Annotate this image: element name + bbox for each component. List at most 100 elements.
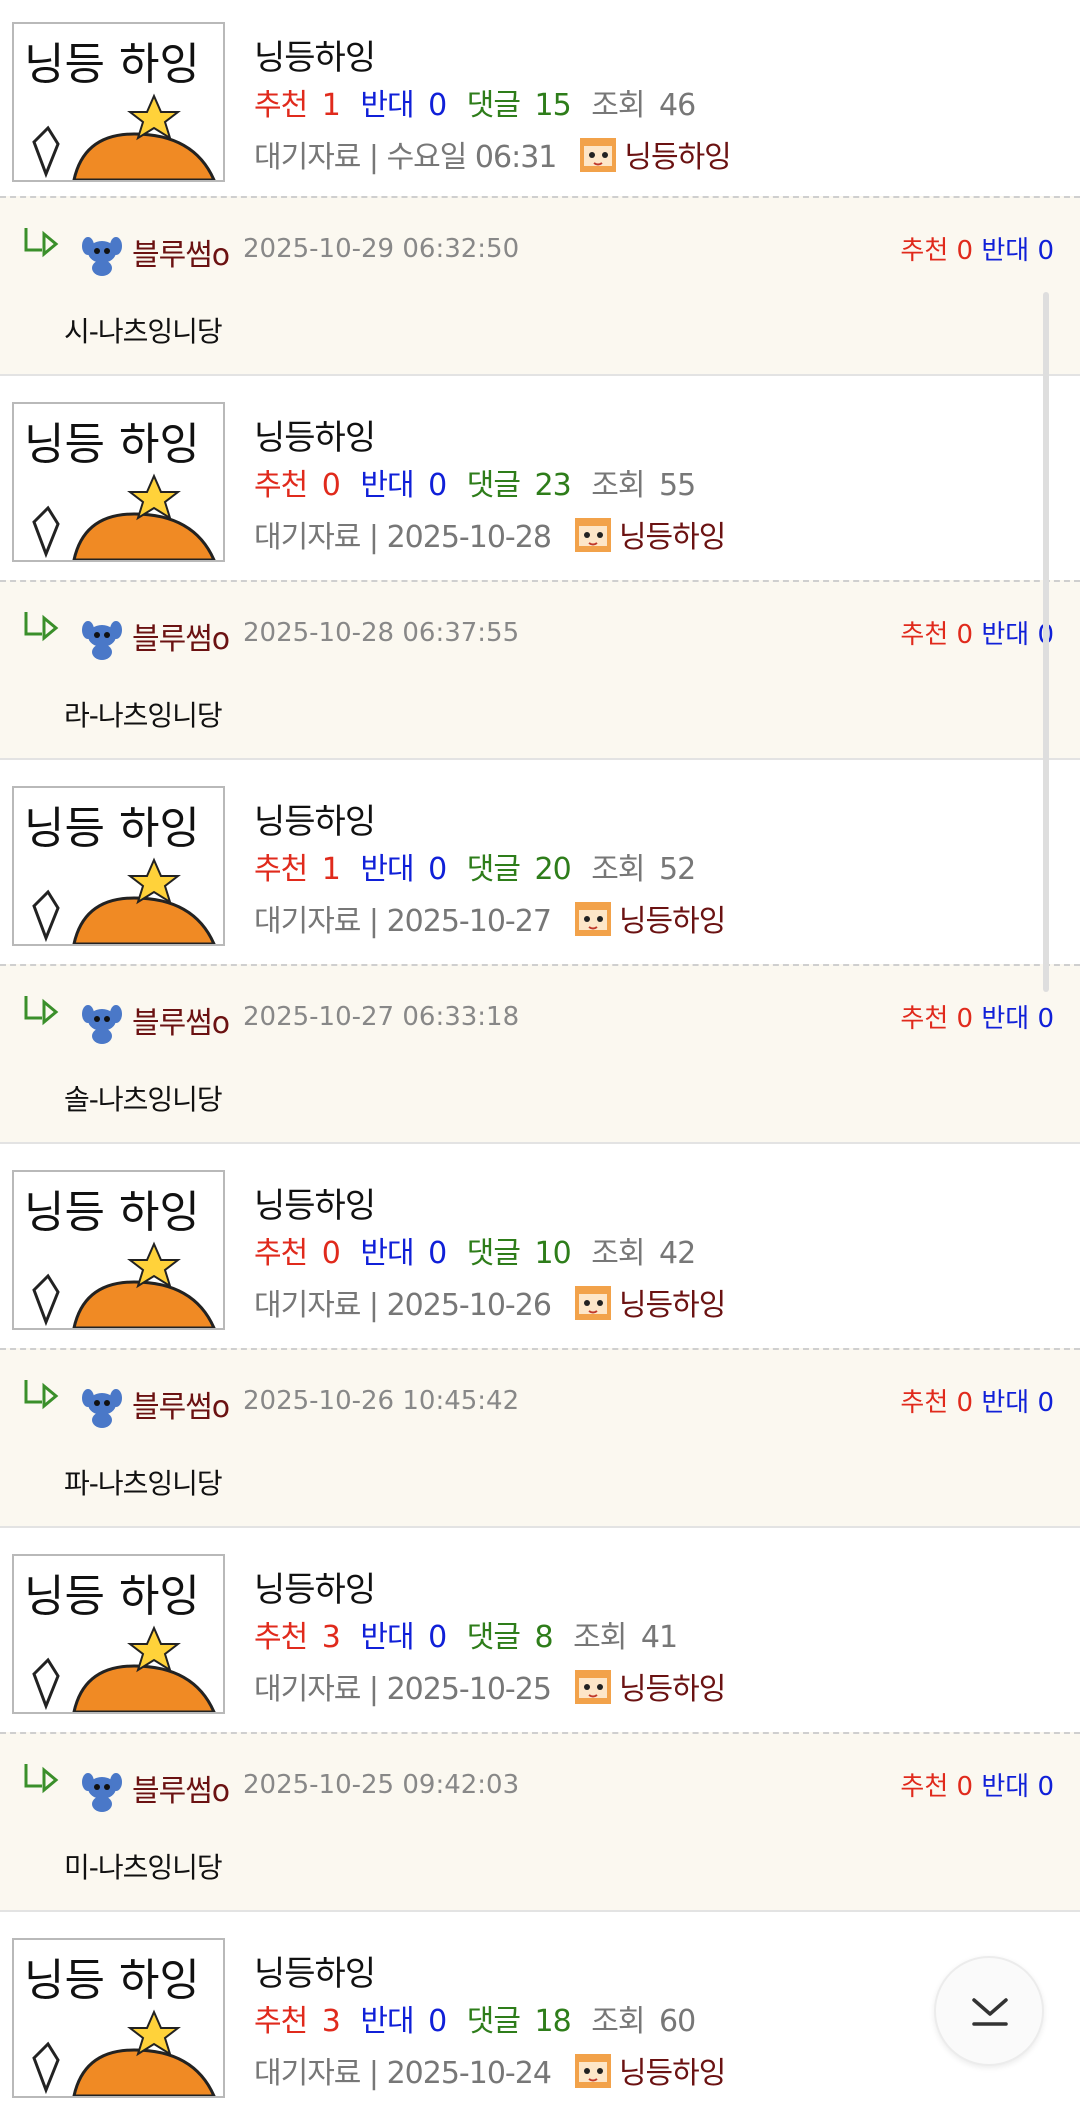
post-author[interactable]: 닝등하잉	[573, 1280, 726, 1324]
recommend-count: 1	[321, 88, 341, 123]
author-avatar-icon	[574, 1670, 611, 1704]
post-category-date: 대기자료 | 2025-10-28	[254, 520, 552, 555]
oppose-label: 반대	[360, 88, 414, 123]
post-thumbnail[interactable]: 닝등 하잉	[12, 1554, 225, 1714]
scroll-down-button[interactable]	[934, 1956, 1044, 2066]
view-count: 60	[659, 2004, 696, 2039]
oppose-count: 0	[428, 2004, 447, 2039]
post-title[interactable]: 닝등하잉	[254, 794, 376, 843]
reply-recommend-label: 추천	[900, 1004, 949, 1034]
reply-votes: 추천 0 반대 0	[900, 1766, 1054, 1803]
recommend-label: 추천	[254, 1620, 308, 1655]
reply-avatar-icon	[82, 1773, 122, 1812]
recommend-label: 추천	[254, 88, 308, 123]
post-author[interactable]: 닝등하잉	[573, 896, 726, 940]
author-avatar-icon	[574, 518, 611, 552]
post-item[interactable]: 닝등 하잉 닝등하잉 추천 3 반대 0 댓글 18 조회 60 대기자료 | …	[0, 1916, 1080, 2116]
reply-recommend-count: 0	[956, 1388, 974, 1418]
post-category-date: 대기자료 | 수요일 06:31	[254, 140, 557, 175]
reply-author[interactable]: 블루썸o	[132, 1766, 230, 1810]
author-name: 닝등하잉	[618, 1672, 726, 1707]
reply-votes: 추천 0 반대 0	[900, 998, 1054, 1035]
comment-label: 댓글	[466, 88, 521, 123]
reply-item[interactable]: 블루썸o 2025-10-26 10:45:42 추천 0 반대 0 파-나츠잉…	[0, 1348, 1080, 1528]
reply-oppose-label: 반대	[981, 236, 1030, 266]
post-item[interactable]: 닝등 하잉 닝등하잉 추천 0 반대 0 댓글 10 조회 42 대기자료 | …	[0, 1148, 1080, 1348]
oppose-count: 0	[428, 1620, 447, 1655]
view-count: 55	[659, 468, 696, 503]
post-thumbnail[interactable]: 닝등 하잉	[12, 22, 225, 182]
reply-avatar-icon	[82, 1389, 122, 1428]
post-author[interactable]: 닝등하잉	[573, 512, 726, 556]
post-title[interactable]: 닝등하잉	[254, 1178, 376, 1227]
oppose-label: 반대	[360, 1236, 414, 1271]
reply-item[interactable]: 블루썸o 2025-10-29 06:32:50 추천 0 반대 0 시-나츠잉…	[0, 196, 1080, 376]
reply-recommend-count: 0	[956, 620, 974, 650]
reply-votes: 추천 0 반대 0	[900, 230, 1054, 267]
post-title[interactable]: 닝등하잉	[254, 1562, 376, 1611]
recommend-label: 추천	[254, 852, 308, 887]
post-author[interactable]: 닝등하잉	[573, 2048, 726, 2092]
post-category-date: 대기자료 | 2025-10-25	[254, 1672, 552, 1707]
post-stats: 추천 1 반대 0 댓글 15 조회 46	[254, 80, 707, 124]
reply-item[interactable]: 블루썸o 2025-10-27 06:33:18 추천 0 반대 0 솔-나츠잉…	[0, 964, 1080, 1144]
author-avatar-icon	[580, 138, 617, 172]
reply-arrow-icon	[24, 228, 59, 258]
post-thumbnail[interactable]: 닝등 하잉	[12, 402, 225, 562]
post-author[interactable]: 닝등하잉	[578, 132, 732, 176]
comment-label: 댓글	[466, 852, 521, 887]
post-title[interactable]: 닝등하잉	[254, 30, 376, 79]
reply-date: 2025-10-29 06:32:50	[243, 234, 520, 264]
oppose-count: 0	[428, 852, 447, 887]
view-label: 조회	[591, 468, 645, 503]
post-meta: 대기자료 | 2025-10-28 닝등하잉	[254, 512, 726, 556]
post-thumbnail[interactable]: 닝등 하잉	[12, 786, 225, 946]
reply-recommend-label: 추천	[900, 620, 949, 650]
reply-recommend-label: 추천	[900, 1772, 949, 1802]
reply-text: 파-나츠잉니당	[64, 1467, 223, 1500]
post-author[interactable]: 닝등하잉	[573, 1664, 726, 1708]
reply-item[interactable]: 블루썸o 2025-10-28 06:37:55 추천 0 반대 0 라-나츠잉…	[0, 580, 1080, 760]
reply-author[interactable]: 블루썸o	[132, 998, 230, 1042]
author-name: 닝등하잉	[624, 140, 731, 175]
post-stats: 추천 1 반대 0 댓글 20 조회 52	[254, 844, 707, 888]
scrollbar[interactable]	[1043, 292, 1049, 992]
recommend-count: 3	[321, 1620, 341, 1655]
post-thumbnail[interactable]: 닝등 하잉	[12, 1170, 225, 1330]
oppose-count: 0	[428, 88, 447, 123]
reply-oppose-count: 0	[1037, 1772, 1054, 1802]
comment-label: 댓글	[466, 1236, 521, 1271]
reply-votes: 추천 0 반대 0	[900, 1382, 1054, 1419]
reply-avatar-icon	[82, 1005, 122, 1044]
reply-item[interactable]: 블루썸o 2025-10-25 09:42:03 추천 0 반대 0 미-나츠잉…	[0, 1732, 1080, 1912]
post-item[interactable]: 닝등 하잉 닝등하잉 추천 1 반대 0 댓글 20 조회 52 대기자료 | …	[0, 764, 1080, 964]
thumbnail-text: 닝등 하잉	[24, 803, 200, 854]
reply-oppose-label: 반대	[981, 620, 1030, 650]
post-stats: 추천 0 반대 0 댓글 23 조회 55	[254, 460, 707, 504]
post-item[interactable]: 닝등 하잉 닝등하잉 추천 3 반대 0 댓글 8 조회 41 대기자료 | 2…	[0, 1532, 1080, 1732]
reply-text: 시-나츠잉니당	[64, 315, 223, 348]
reply-author[interactable]: 블루썸o	[132, 614, 230, 658]
recommend-count: 1	[321, 852, 341, 887]
reply-arrow-icon	[24, 996, 59, 1026]
post-meta: 대기자료 | 수요일 06:31 닝등하잉	[254, 132, 732, 176]
reply-author[interactable]: 블루썸o	[132, 230, 230, 274]
thumbnail-text: 닝등 하잉	[24, 39, 200, 90]
post-meta: 대기자료 | 2025-10-26 닝등하잉	[254, 1280, 726, 1324]
post-item[interactable]: 닝등 하잉 닝등하잉 추천 1 반대 0 댓글 15 조회 46 대기자료 | …	[0, 0, 1080, 200]
post-thumbnail[interactable]: 닝등 하잉	[12, 1938, 225, 2098]
comment-count: 15	[534, 88, 572, 123]
post-title[interactable]: 닝등하잉	[254, 410, 376, 459]
post-stats: 추천 0 반대 0 댓글 10 조회 42	[254, 1228, 707, 1272]
reply-author[interactable]: 블루썸o	[132, 1382, 230, 1426]
reply-recommend-count: 0	[956, 1772, 974, 1802]
post-title[interactable]: 닝등하잉	[254, 1946, 376, 1995]
recommend-label: 추천	[254, 468, 308, 503]
oppose-label: 반대	[360, 852, 414, 887]
reply-oppose-count: 0	[1037, 1388, 1054, 1418]
reply-date: 2025-10-25 09:42:03	[243, 1770, 520, 1800]
post-item[interactable]: 닝등 하잉 닝등하잉 추천 0 반대 0 댓글 23 조회 55 대기자료 | …	[0, 380, 1080, 580]
comment-count: 20	[534, 852, 572, 887]
recommend-count: 0	[321, 1236, 341, 1271]
post-category-date: 대기자료 | 2025-10-27	[254, 904, 552, 939]
